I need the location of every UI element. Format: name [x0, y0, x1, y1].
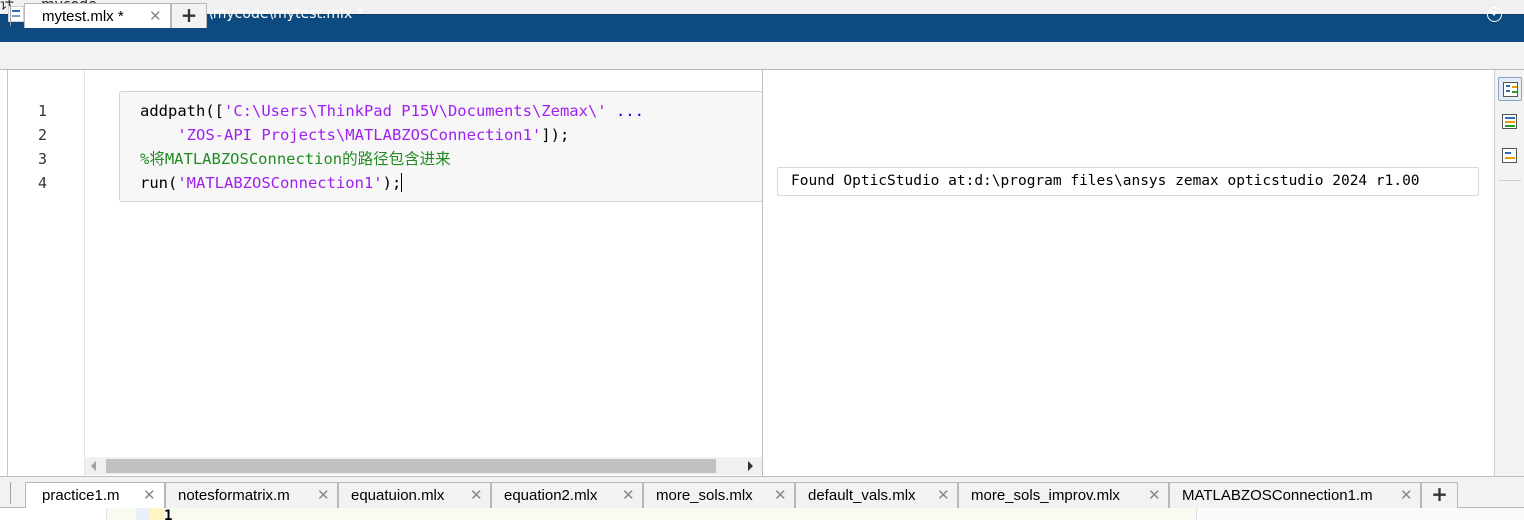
tab-label: equation2.mlx — [504, 487, 598, 504]
rail-divider — [1499, 180, 1521, 181]
next-editor-marker — [136, 508, 150, 520]
next-editor-output — [1196, 508, 1524, 520]
close-icon[interactable]: ✕ — [143, 487, 156, 503]
output-inline-view-icon[interactable] — [1498, 110, 1522, 134]
code-comment: %将MATLABZOSConnection的路径包含进来 — [140, 150, 451, 168]
tab-mytest[interactable]: mytest.mlx * ✕ — [24, 3, 171, 28]
tab-strip-grip — [10, 4, 14, 26]
editor-tab-strip — [0, 42, 1524, 70]
hide-code-view-icon[interactable] — [1498, 144, 1522, 168]
line-number-gutter: 1 2 3 4 — [8, 70, 85, 476]
file-tab[interactable]: more_sols.mlx ✕ — [643, 482, 795, 508]
string-literal: 'C:\Users\ThinkPad P15V\Documents\Zemax\… — [224, 102, 607, 120]
output-block: Found OpticStudio at:d:\program files\an… — [777, 167, 1479, 196]
tab-label: equatuion.mlx — [351, 487, 445, 504]
tab-label: notesformatrix.m — [178, 487, 290, 504]
string-literal: 'MATLABZOSConnection1' — [177, 174, 383, 192]
scrollbar-thumb[interactable] — [106, 459, 716, 473]
close-icon[interactable]: ✕ — [937, 487, 950, 503]
view-mode-rail — [1494, 70, 1524, 476]
line-number: 4 — [38, 174, 48, 192]
code-section[interactable]: addpath(['C:\Users\ThinkPad P15V\Documen… — [119, 91, 763, 202]
file-tab[interactable]: MATLABZOSConnection1.m ✕ — [1169, 482, 1421, 508]
line-number: 2 — [38, 126, 48, 144]
code-token: ]); — [541, 126, 570, 144]
line-number: 3 — [38, 150, 48, 168]
string-literal: 'ZOS-API Projects\MATLABZOSConnection1' — [177, 126, 542, 144]
line-number: 1 — [38, 102, 48, 120]
scroll-right-icon[interactable] — [748, 461, 753, 471]
code-line-4[interactable]: run('MATLABZOSConnection1'); — [140, 173, 403, 193]
file-tab[interactable]: default_vals.mlx ✕ — [795, 482, 958, 508]
tab-label: MATLABZOSConnection1.m — [1182, 487, 1373, 504]
scroll-left-icon[interactable] — [91, 461, 96, 471]
tab-label: practice1.m — [42, 487, 120, 504]
next-editor-gutter — [0, 508, 107, 520]
code-token: addpath([ — [140, 102, 224, 120]
horizontal-scrollbar[interactable] — [85, 457, 762, 475]
tab-label: mytest.mlx * — [42, 8, 124, 25]
new-file-tab-button[interactable]: + — [1421, 482, 1458, 508]
line-continuation: ... — [606, 102, 644, 120]
close-icon[interactable]: ✕ — [1400, 487, 1413, 503]
close-icon[interactable]: ✕ — [317, 487, 330, 503]
code-line-2[interactable]: 'ZOS-API Projects\MATLABZOSConnection1']… — [140, 125, 569, 145]
tab-strip-grip — [10, 482, 14, 504]
next-editor-highlight — [150, 508, 164, 520]
tab-label: more_sols_improv.mlx — [971, 487, 1120, 504]
text-cursor — [401, 173, 403, 192]
tab-label: more_sols.mlx — [656, 487, 753, 504]
close-icon[interactable]: ✕ — [149, 8, 162, 24]
file-tab[interactable]: more_sols_improv.mlx ✕ — [958, 482, 1169, 508]
code-token: run( — [140, 174, 178, 192]
tab-label: default_vals.mlx — [808, 487, 916, 504]
file-tab-strip: practice1.m ✕ notesformatrix.m ✕ equatui… — [0, 476, 1524, 508]
file-tab[interactable]: practice1.m ✕ — [25, 482, 165, 508]
output-text: Found OpticStudio at:d:\program files\an… — [791, 173, 1420, 189]
close-icon[interactable]: ✕ — [1148, 487, 1161, 503]
output-right-view-icon[interactable] — [1498, 77, 1522, 101]
close-icon[interactable]: ✕ — [774, 487, 787, 503]
close-icon[interactable]: ✕ — [622, 487, 635, 503]
code-line-3[interactable]: %将MATLABZOSConnection的路径包含进来 — [140, 149, 451, 169]
file-tab[interactable]: equation2.mlx ✕ — [491, 482, 643, 508]
code-token: ); — [382, 174, 402, 192]
new-tab-button[interactable]: + — [171, 3, 207, 28]
output-pane — [763, 70, 1494, 476]
code-line-1[interactable]: addpath(['C:\Users\ThinkPad P15V\Documen… — [140, 101, 644, 121]
close-icon[interactable]: ✕ — [470, 487, 483, 503]
file-tab[interactable]: notesformatrix.m ✕ — [165, 482, 338, 508]
file-tab[interactable]: equatuion.mlx ✕ — [338, 482, 491, 508]
next-editor-line-number: 1 — [164, 509, 173, 520]
window-options-icon[interactable] — [1487, 7, 1502, 22]
